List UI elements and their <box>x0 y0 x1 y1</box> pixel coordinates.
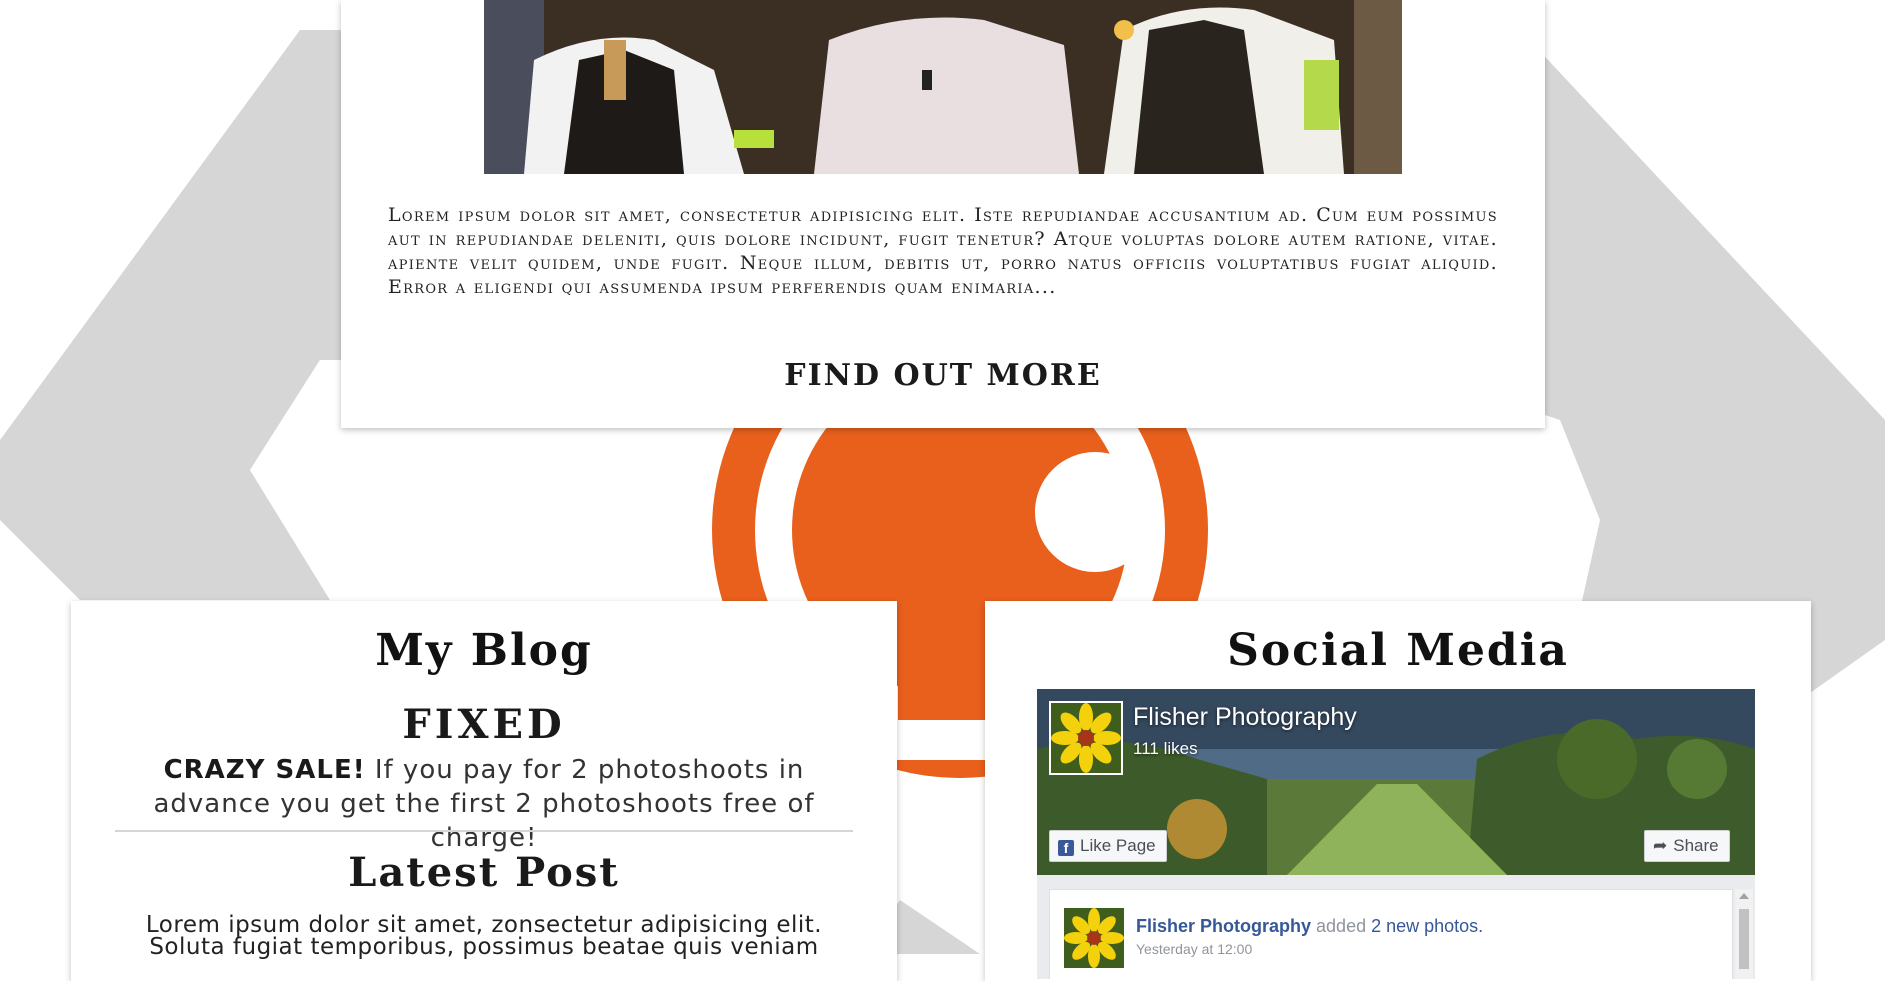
post-headline: Flisher Photography added 2 new photos. <box>1136 916 1483 937</box>
blog-divider <box>115 830 853 832</box>
post-timestamp[interactable]: Yesterday at 12:00 <box>1136 941 1252 957</box>
featured-photo <box>484 0 1402 174</box>
post-avatar[interactable] <box>1064 908 1124 968</box>
feed-scrollbar[interactable] <box>1735 889 1753 979</box>
social-media-card: Social Media Flisher Photography 111 lik… <box>985 601 1811 981</box>
facebook-feed[interactable]: Flisher Photography added 2 new photos. … <box>1049 889 1733 979</box>
blog-card: My Blog FIXED CRAZY SALE! If you pay for… <box>71 601 897 981</box>
like-page-button[interactable]: f Like Page <box>1049 830 1167 862</box>
scrollbar-thumb[interactable] <box>1739 909 1749 969</box>
flower-avatar-icon <box>1064 908 1124 968</box>
post-photos-link[interactable]: 2 new photos. <box>1371 916 1483 936</box>
social-media-title: Social Media <box>1227 625 1569 676</box>
share-button[interactable]: ➦ Share <box>1644 830 1730 862</box>
announcement-highlight: CRAZY SALE! <box>163 755 366 785</box>
facebook-page-widget: Flisher Photography 111 likes f Like Page… <box>1037 689 1755 979</box>
share-label: Share <box>1673 836 1719 855</box>
article-excerpt: Lorem ipsum dolor sit amet, consectetur … <box>388 204 1498 298</box>
find-out-more-button[interactable]: FIND OUT MORE <box>341 358 1545 393</box>
fixed-post-label: FIXED <box>402 701 566 748</box>
facebook-cover-photo[interactable]: Flisher Photography 111 likes f Like Page… <box>1037 689 1755 875</box>
latest-post-title: Latest Post <box>348 849 620 896</box>
facebook-page-name[interactable]: Flisher Photography <box>1133 703 1357 732</box>
like-page-label: Like Page <box>1080 836 1156 855</box>
page-avatar[interactable] <box>1049 701 1123 775</box>
scroll-up-arrow-icon[interactable] <box>1739 893 1749 899</box>
latest-post-text: Lorem ipsum dolor sit amet, zonsectetur … <box>145 912 823 960</box>
featured-article-card: Lorem ipsum dolor sit amet, consectetur … <box>341 0 1545 428</box>
blog-title: My Blog <box>375 625 593 676</box>
facebook-like-count: 111 likes <box>1133 739 1198 758</box>
flower-avatar-icon <box>1051 703 1121 773</box>
fixed-post-announcement: CRAZY SALE! If you pay for 2 photoshoots… <box>116 753 852 855</box>
share-arrow-icon: ➦ <box>1653 836 1668 855</box>
post-author-link[interactable]: Flisher Photography <box>1136 916 1311 936</box>
post-action-text: added <box>1311 916 1372 936</box>
facebook-f-icon: f <box>1058 840 1074 856</box>
